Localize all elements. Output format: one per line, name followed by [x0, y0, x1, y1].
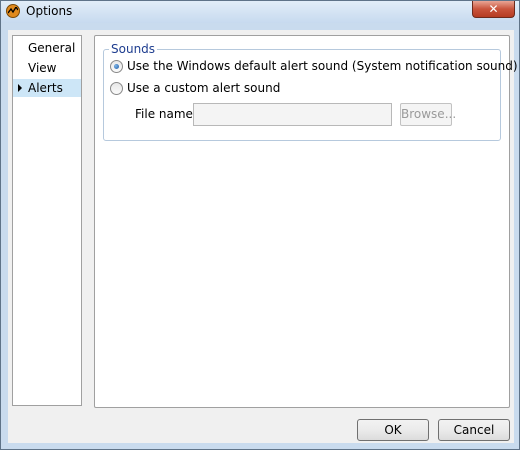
- cancel-button[interactable]: Cancel: [438, 419, 510, 441]
- options-window: Options ✕ General View Alerts Sounds Use: [0, 0, 520, 450]
- ok-button[interactable]: OK: [357, 419, 429, 441]
- sounds-group-title: Sounds: [109, 42, 158, 56]
- app-logo-icon: [6, 4, 20, 18]
- default-sound-radio[interactable]: [110, 60, 123, 73]
- nav-item-general[interactable]: General: [13, 39, 81, 57]
- nav-item-label: General: [28, 41, 76, 55]
- browse-button[interactable]: Browse...: [400, 103, 456, 126]
- custom-sound-radio[interactable]: [110, 82, 123, 95]
- custom-sound-label[interactable]: Use a custom alert sound: [127, 81, 280, 95]
- file-name-label: File name: [135, 107, 193, 121]
- title-bar[interactable]: Options ✕: [1, 1, 519, 23]
- file-name-input[interactable]: [193, 103, 392, 126]
- selected-arrow-icon: [18, 84, 22, 92]
- nav-item-view[interactable]: View: [13, 59, 81, 77]
- nav-item-label: View: [28, 61, 57, 75]
- default-sound-label[interactable]: Use the Windows default alert sound (Sys…: [127, 59, 518, 73]
- category-list: General View Alerts: [12, 35, 82, 406]
- sounds-groupbox: Sounds Use the Windows default alert sou…: [103, 42, 518, 141]
- close-button[interactable]: ✕: [472, 1, 515, 18]
- dialog-body: General View Alerts Sounds Use the Windo…: [8, 30, 518, 443]
- alerts-panel: Sounds Use the Windows default alert sou…: [94, 35, 518, 408]
- close-icon: ✕: [488, 2, 499, 16]
- nav-item-alerts[interactable]: Alerts: [13, 79, 81, 97]
- window-title: Options: [26, 4, 73, 18]
- nav-item-label: Alerts: [28, 81, 63, 95]
